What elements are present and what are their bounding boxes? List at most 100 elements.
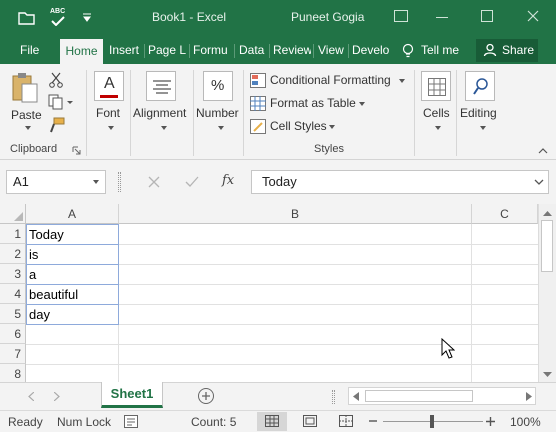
- plus-icon: [202, 392, 210, 400]
- zoom-level[interactable]: 100%: [510, 415, 541, 429]
- formula-bar-splitter[interactable]: [118, 172, 121, 192]
- mouse-cursor-icon: [441, 338, 455, 359]
- copy-icon[interactable]: [48, 94, 76, 110]
- formula-input[interactable]: Today: [251, 170, 549, 194]
- cell-a1[interactable]: Today: [26, 225, 118, 245]
- tab-home[interactable]: Home: [60, 39, 103, 64]
- cut-icon[interactable]: [48, 72, 64, 88]
- conditional-formatting-button[interactable]: Conditional Formatting: [250, 71, 410, 91]
- macro-recording-icon[interactable]: [124, 415, 138, 428]
- vertical-scroll-thumb[interactable]: [541, 220, 553, 272]
- tab-split-handle[interactable]: [332, 390, 335, 404]
- normal-view-icon: [265, 415, 279, 427]
- paste-label: Paste: [11, 108, 42, 122]
- tab-review[interactable]: Review: [273, 36, 311, 64]
- horizontal-scroll-thumb[interactable]: [365, 390, 473, 402]
- row-header[interactable]: 7: [0, 344, 26, 364]
- cells-button[interactable]: Cells: [418, 68, 454, 140]
- expand-formula-bar-icon[interactable]: [534, 179, 544, 186]
- tell-me-search[interactable]: Tell me: [421, 36, 465, 64]
- row-header[interactable]: 4: [0, 284, 26, 304]
- select-all-corner[interactable]: [0, 204, 26, 224]
- numlock-status: Num Lock: [57, 415, 112, 429]
- row-header[interactable]: 5: [0, 304, 26, 324]
- title-bar: ABC Book1 - Excel Puneet Gogia: [0, 0, 556, 36]
- page-break-preview-icon[interactable]: [339, 415, 353, 427]
- user-name[interactable]: Puneet Gogia: [291, 10, 364, 24]
- alignment-label: Alignment: [133, 106, 187, 120]
- ribbon-display-options-icon[interactable]: [394, 10, 408, 22]
- editing-label: Editing: [460, 106, 497, 120]
- sheet-tab-sheet1[interactable]: Sheet1: [101, 382, 163, 408]
- column-header-a[interactable]: A: [26, 204, 119, 224]
- format-painter-icon[interactable]: [48, 117, 66, 133]
- cell-a4[interactable]: beautiful: [26, 285, 118, 305]
- alignment-icon: [146, 71, 176, 101]
- paste-button[interactable]: Paste: [8, 70, 44, 132]
- font-button[interactable]: A Font: [90, 68, 128, 140]
- tab-view[interactable]: View: [318, 36, 345, 64]
- cell-a2[interactable]: is: [26, 245, 118, 265]
- document-title: Book1 - Excel: [152, 10, 227, 24]
- tab-developer[interactable]: Develo: [352, 36, 392, 64]
- collapse-ribbon-icon[interactable]: [538, 146, 548, 154]
- scroll-down-icon[interactable]: [543, 372, 552, 378]
- zoom-slider-thumb[interactable]: [430, 415, 434, 428]
- editing-button[interactable]: Editing: [458, 68, 502, 140]
- column-header-c[interactable]: C: [472, 204, 538, 224]
- alignment-button[interactable]: Alignment: [132, 68, 192, 140]
- format-as-table-label: Format as Table: [270, 96, 356, 110]
- scroll-left-icon[interactable]: [353, 392, 359, 401]
- worksheet-grid[interactable]: A B C 1 2 3 4 5 6 7 8 Today is a beautif…: [0, 204, 538, 382]
- row-header[interactable]: 1: [0, 224, 26, 244]
- customize-toolbar-icon[interactable]: [82, 13, 92, 23]
- zoom-in-icon[interactable]: [486, 417, 495, 426]
- tab-page-layout[interactable]: Page L: [148, 36, 186, 64]
- cell-styles-button[interactable]: Cell Styles: [250, 117, 340, 137]
- ribbon: Paste Clipboard A Font Alignment % Numbe…: [0, 64, 556, 160]
- scroll-up-icon[interactable]: [543, 210, 552, 216]
- formula-value: Today: [262, 174, 297, 189]
- name-box-value: A1: [13, 174, 29, 189]
- row-header[interactable]: 3: [0, 264, 26, 284]
- tab-formulas[interactable]: Formu: [193, 36, 229, 64]
- cancel-entry-icon[interactable]: [148, 176, 160, 188]
- spelling-check-icon[interactable]: ABC: [50, 8, 68, 28]
- close-icon[interactable]: [527, 10, 539, 22]
- tab-insert[interactable]: Insert: [109, 36, 141, 64]
- new-sheet-button[interactable]: [198, 388, 214, 404]
- open-folder-icon[interactable]: [18, 10, 36, 26]
- row-header[interactable]: 6: [0, 324, 26, 344]
- page-layout-view-icon[interactable]: [303, 415, 317, 427]
- row-header[interactable]: 8: [0, 364, 26, 382]
- share-button[interactable]: Share: [476, 39, 538, 62]
- normal-view-button[interactable]: [257, 412, 287, 431]
- row-header[interactable]: 2: [0, 244, 26, 264]
- next-sheet-icon[interactable]: [54, 392, 60, 401]
- font-label: Font: [96, 106, 121, 120]
- clipboard-group-label: Clipboard: [10, 143, 58, 155]
- number-button[interactable]: % Number: [195, 68, 241, 140]
- enter-check-icon[interactable]: [185, 176, 199, 188]
- paste-clipboard-icon: [12, 73, 38, 103]
- prev-sheet-icon[interactable]: [28, 392, 34, 401]
- insert-function-button[interactable]: fx: [222, 173, 234, 188]
- column-header-b[interactable]: B: [119, 204, 472, 224]
- format-as-table-button[interactable]: Format as Table: [250, 94, 370, 114]
- ribbon-tab-bar: File Home Insert Page L Formu Data Revie…: [0, 36, 556, 64]
- clipboard-dialog-launcher-icon[interactable]: [72, 146, 81, 155]
- zoom-out-icon[interactable]: [369, 420, 377, 422]
- maximize-icon[interactable]: [481, 10, 493, 22]
- name-box[interactable]: A1: [6, 170, 106, 194]
- minimize-icon[interactable]: [436, 17, 448, 18]
- conditional-formatting-icon: [250, 73, 266, 88]
- scroll-right-icon[interactable]: [526, 392, 532, 401]
- tab-file[interactable]: File: [20, 36, 44, 64]
- conditional-formatting-label: Conditional Formatting: [270, 73, 391, 87]
- vertical-scrollbar[interactable]: [538, 204, 556, 382]
- cell-styles-icon: [250, 119, 266, 134]
- horizontal-scrollbar[interactable]: [348, 387, 536, 405]
- cell-a3[interactable]: a: [26, 265, 118, 285]
- cell-a5[interactable]: day: [26, 305, 118, 325]
- tab-data[interactable]: Data: [239, 36, 267, 64]
